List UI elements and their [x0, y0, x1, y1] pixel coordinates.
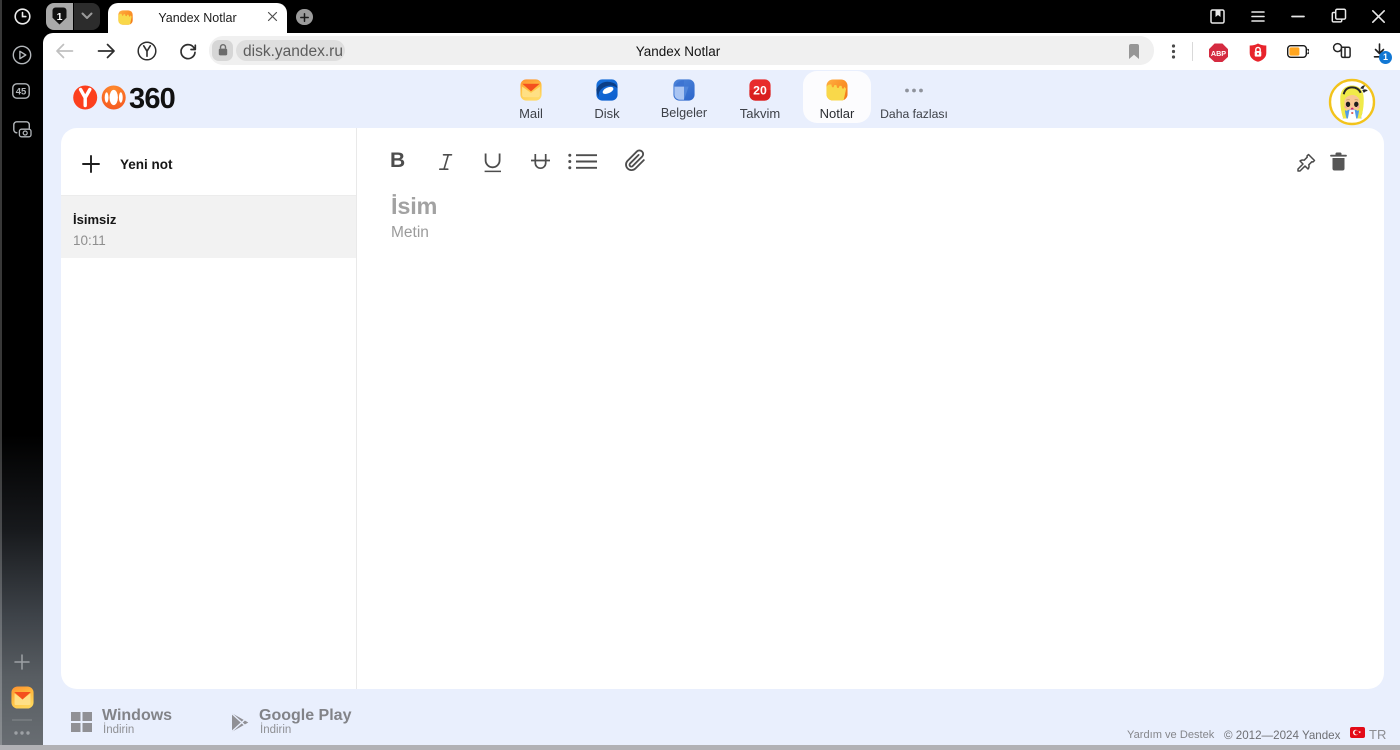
svg-text:1: 1 [57, 11, 63, 23]
svg-text:20: 20 [753, 83, 767, 97]
svg-text:45: 45 [16, 87, 27, 98]
svg-text:ABP: ABP [1211, 49, 1226, 58]
